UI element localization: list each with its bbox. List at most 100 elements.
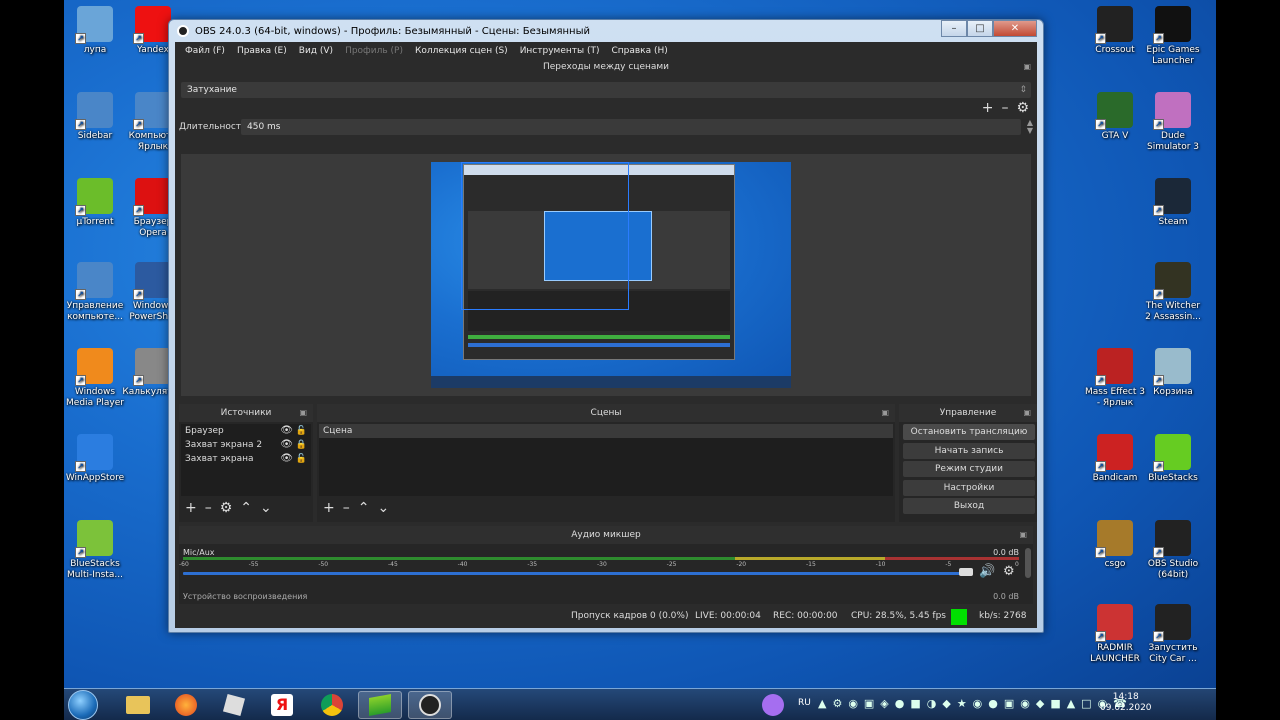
right-desktop-icon-12[interactable]: ↗ RADMIR LAUNCHER (1084, 604, 1146, 665)
source-label: Браузер (185, 426, 224, 436)
speaker-icon[interactable]: 🔊 (979, 564, 995, 579)
right-desktop-icon-10[interactable]: ↗ csgo (1084, 520, 1146, 570)
right-desktop-icon-8[interactable]: ↗ Bandicam (1084, 434, 1146, 484)
transitions-header: Переходы между сценами (542, 62, 670, 72)
tray-icons[interactable]: ▲⚙◉▣◈●■◑◆★◉●▣◉◆■▲□◉☎ (818, 697, 1133, 710)
duration-spinner-icon[interactable]: ▲ ▼ (1027, 119, 1033, 135)
menu-scene-collection[interactable]: Коллекция сцен (S) (409, 46, 514, 56)
clock-time[interactable]: 14:18 (1100, 692, 1152, 703)
right-desktop-icon-11[interactable]: ↗ OBS Studio (64bit) (1142, 520, 1204, 581)
unlock-icon[interactable]: 🔓 (296, 424, 307, 438)
scene-move-down-icon[interactable]: ⌄ (377, 500, 389, 516)
transition-select[interactable]: Затухание ⇕ (181, 82, 1031, 98)
maximize-button[interactable]: □ (967, 20, 993, 37)
bluestacks-taskbar-icon[interactable] (358, 691, 402, 719)
source-item-screen-capture[interactable]: Захват экрана 👁 🔓 (181, 452, 311, 466)
remove-source-icon[interactable]: – (205, 500, 212, 516)
left-desktop-icon-6[interactable]: ↗ Управление компьюте... (64, 262, 126, 323)
meter-tick-label: -15 (806, 561, 816, 568)
move-up-icon[interactable]: ⌃ (240, 500, 252, 516)
explorer-taskbar-icon[interactable] (116, 691, 160, 719)
chrome-taskbar-icon[interactable] (310, 691, 354, 719)
mixer-float-icon[interactable]: ▣ (1019, 526, 1027, 544)
add-source-icon[interactable]: + (185, 500, 197, 516)
minimize-button[interactable]: – (941, 20, 967, 37)
unlock-icon[interactable]: 🔓 (296, 452, 307, 466)
left-desktop-icon-2[interactable]: ↗ Sidebar (64, 92, 126, 142)
right-desktop-icon-3[interactable]: ↗ Dude Simulator 3 (1142, 92, 1204, 153)
clock-date[interactable]: 09.02.2020 (1100, 703, 1152, 714)
right-desktop-icon-5[interactable]: ↗ The Witcher 2 Assassin... (1142, 262, 1204, 323)
desktop-icon-label: WinAppStore (65, 473, 125, 483)
start-recording-button[interactable]: Начать запись (903, 443, 1035, 459)
remove-scene-icon[interactable]: – (343, 500, 350, 516)
left-desktop-icon-10[interactable]: ↗ WinAppStore (64, 434, 126, 484)
menubar: Файл (F) Правка (E) Вид (V) Профиль (P) … (175, 42, 1037, 60)
obs-titlebar[interactable]: OBS 24.0.3 (64-bit, windows) - Профиль: … (169, 20, 1043, 42)
menu-file[interactable]: Файл (F) (179, 46, 231, 56)
preview-canvas[interactable] (431, 162, 791, 388)
right-desktop-icon-1[interactable]: ↗ Epic Games Launcher (1142, 6, 1204, 67)
controls-float-icon[interactable]: ▣ (1023, 404, 1031, 422)
eye-icon[interactable]: 👁 (280, 424, 293, 438)
right-desktop-icon-4[interactable]: ↗ Steam (1142, 178, 1204, 228)
eye-icon[interactable]: 👁 (280, 438, 293, 452)
alice-assistant-icon[interactable] (762, 694, 784, 716)
menu-profile[interactable]: Профиль (P) (339, 46, 409, 56)
left-desktop-icon-8[interactable]: ↗ Windows Media Player (64, 348, 126, 409)
desktop-icon-label: GTA V (1101, 131, 1129, 141)
transition-settings-gear-icon[interactable]: ⚙ (1016, 100, 1029, 116)
left-desktop-icon-11[interactable]: ↗ BlueStacks Multi-Insta... (64, 520, 126, 581)
volume-slider[interactable] (183, 572, 967, 575)
obs-taskbar-icon[interactable] (408, 691, 452, 719)
menu-help[interactable]: Справка (H) (605, 46, 673, 56)
source-item-browser[interactable]: Браузер 👁 🔓 (181, 424, 311, 438)
scene-item[interactable]: Сцена (319, 424, 893, 438)
dock-float-icon[interactable]: ▣ (1023, 60, 1031, 74)
app-icon: ↗ (75, 348, 113, 386)
taskbar: Я RU ▲⚙◉▣◈●■◑◆★◉●▣◉◆■▲□◉☎ 14:18 09.02.20… (64, 688, 1216, 720)
add-transition-icon[interactable]: + (982, 100, 994, 116)
shortcut-arrow-icon: ↗ (1095, 547, 1106, 558)
duration-value: 450 ms (247, 122, 281, 132)
mixer-scrollbar[interactable] (1025, 548, 1031, 578)
lock-icon[interactable]: 🔒 (296, 438, 307, 452)
selection-box (461, 162, 629, 310)
close-button[interactable]: ✕ (993, 20, 1037, 37)
roblox-taskbar-icon[interactable] (212, 691, 256, 719)
remove-transition-icon[interactable]: – (1001, 100, 1008, 116)
start-button[interactable] (68, 690, 98, 720)
source-item-screen-capture-2[interactable]: Захват экрана 2 👁 🔒 (181, 438, 311, 452)
status-bar: Пропуск кадров 0 (0.0%) LIVE: 00:00:04 R… (175, 606, 1037, 628)
firefox-taskbar-icon[interactable] (164, 691, 208, 719)
app-icon: ↗ (1095, 6, 1133, 44)
exit-button[interactable]: Выход (903, 498, 1035, 514)
volume-slider-handle[interactable] (959, 568, 973, 576)
settings-button[interactable]: Настройки (903, 480, 1035, 496)
mixer-settings-gear-icon[interactable]: ⚙ (1003, 564, 1015, 579)
menu-tools[interactable]: Инструменты (T) (514, 46, 606, 56)
menu-edit[interactable]: Правка (E) (231, 46, 293, 56)
sources-float-icon[interactable]: ▣ (299, 404, 307, 422)
language-indicator[interactable]: RU (798, 698, 811, 708)
duration-field[interactable]: 450 ms (241, 119, 1021, 135)
right-desktop-icon-9[interactable]: ↗ BlueStacks (1142, 434, 1204, 484)
scenes-float-icon[interactable]: ▣ (881, 404, 889, 422)
eye-icon[interactable]: 👁 (280, 452, 293, 466)
source-properties-gear-icon[interactable]: ⚙ (220, 500, 233, 516)
stop-streaming-button[interactable]: Остановить трансляцию (903, 424, 1035, 440)
move-down-icon[interactable]: ⌄ (260, 500, 272, 516)
menu-view[interactable]: Вид (V) (293, 46, 339, 56)
left-desktop-icon-4[interactable]: ↗ µTorrent (64, 178, 126, 228)
right-desktop-icon-0[interactable]: ↗ Crossout (1084, 6, 1146, 56)
obs-client: Файл (F) Правка (E) Вид (V) Профиль (P) … (175, 42, 1037, 628)
right-desktop-icon-13[interactable]: ↗ Запустить City Car ... (1142, 604, 1204, 665)
right-desktop-icon-7[interactable]: ↗ Корзина (1142, 348, 1204, 398)
studio-mode-button[interactable]: Режим студии (903, 461, 1035, 477)
yandex-taskbar-icon[interactable]: Я (260, 691, 304, 719)
right-desktop-icon-2[interactable]: ↗ GTA V (1084, 92, 1146, 142)
scene-move-up-icon[interactable]: ⌃ (358, 500, 370, 516)
add-scene-icon[interactable]: + (323, 500, 335, 516)
right-desktop-icon-6[interactable]: ↗ Mass Effect 3 - Ярлык (1084, 348, 1146, 409)
left-desktop-icon-0[interactable]: ↗ лупа (64, 6, 126, 56)
